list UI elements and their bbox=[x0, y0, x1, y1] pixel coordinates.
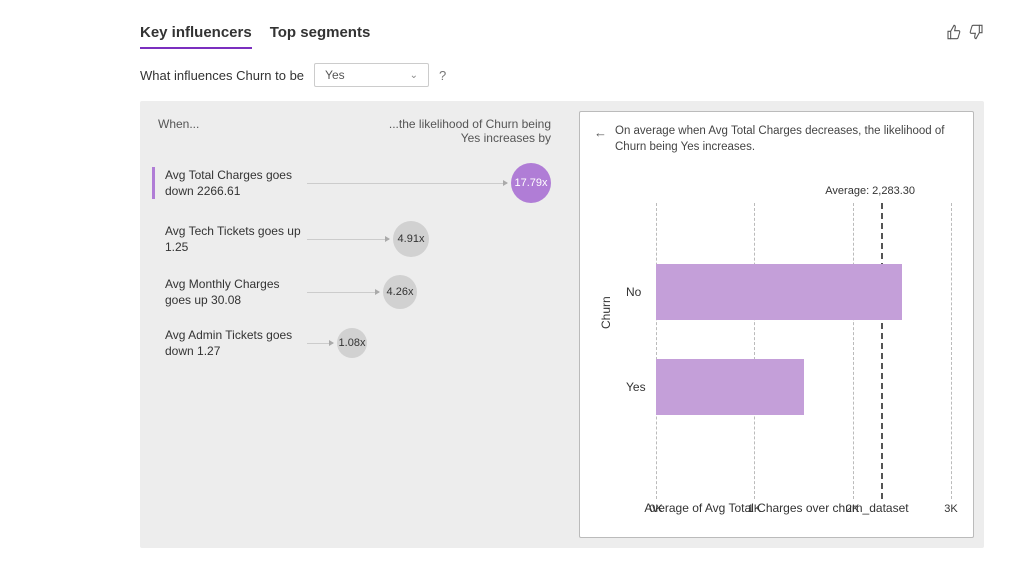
influencers-list: Avg Total Charges goes down 2266.61 17.79… bbox=[152, 163, 551, 359]
influencer-bubble[interactable]: 4.26x bbox=[383, 275, 417, 309]
influencer-row[interactable]: Avg Monthly Charges goes up 30.08 4.26x bbox=[152, 275, 551, 309]
influencer-connector bbox=[307, 239, 389, 240]
col-header-when: When... bbox=[152, 117, 199, 145]
x-tick-label: 1K bbox=[748, 503, 761, 515]
dropdown-selected: Yes bbox=[325, 68, 345, 82]
influencer-label: Avg Tech Tickets goes up 1.25 bbox=[152, 223, 307, 255]
insight-row: ← On average when Avg Total Charges decr… bbox=[594, 124, 959, 155]
thumbs-down-icon[interactable] bbox=[968, 24, 984, 40]
influencer-row[interactable]: Avg Tech Tickets goes up 1.25 4.91x bbox=[152, 221, 551, 257]
chart-bar[interactable] bbox=[656, 359, 804, 415]
insight-text: On average when Avg Total Charges decrea… bbox=[615, 124, 959, 155]
tab-key-influencers[interactable]: Key influencers bbox=[140, 24, 252, 49]
influencer-connector bbox=[307, 343, 333, 344]
influencer-label: Avg Monthly Charges goes up 30.08 bbox=[152, 276, 307, 308]
y-category-label: No bbox=[626, 285, 641, 299]
feedback-buttons bbox=[946, 24, 984, 40]
detail-panel: ← On average when Avg Total Charges decr… bbox=[579, 111, 974, 538]
y-axis-title: Churn bbox=[599, 296, 613, 329]
average-reference-line bbox=[881, 203, 883, 499]
influencer-connector bbox=[307, 292, 379, 293]
x-tick-label: 0K bbox=[649, 503, 662, 515]
influencer-connector bbox=[307, 183, 507, 184]
chevron-down-icon: ⌄ bbox=[410, 70, 418, 81]
target-value-dropdown[interactable]: Yes ⌄ bbox=[314, 63, 429, 87]
gridline bbox=[656, 203, 657, 499]
header-row: Key influencers Top segments bbox=[140, 24, 984, 49]
gridline bbox=[853, 203, 854, 499]
col-header-increase: ...the likelihood of Churn being Yes inc… bbox=[381, 117, 551, 145]
influencer-row[interactable]: Avg Total Charges goes down 2266.61 17.79… bbox=[152, 163, 551, 203]
gridline bbox=[754, 203, 755, 499]
influencer-row[interactable]: Avg Admin Tickets goes down 1.27 1.08x bbox=[152, 327, 551, 359]
x-tick-label: 2K bbox=[846, 503, 859, 515]
question-prefix: What influences Churn to be bbox=[140, 68, 304, 83]
influencers-panel: When... ...the likelihood of Churn being… bbox=[140, 101, 575, 548]
influencer-label: Avg Total Charges goes down 2266.61 bbox=[152, 167, 307, 199]
average-label: Average: 2,283.30 bbox=[825, 185, 915, 197]
influencer-bubble[interactable]: 17.79x bbox=[511, 163, 551, 203]
chart-bar[interactable] bbox=[656, 264, 902, 320]
tabs: Key influencers Top segments bbox=[140, 24, 370, 49]
thumbs-up-icon[interactable] bbox=[946, 24, 962, 40]
influencer-bubble[interactable]: 1.08x bbox=[337, 328, 367, 358]
influencer-label: Avg Admin Tickets goes down 1.27 bbox=[152, 327, 307, 359]
plot-area: 0K1K2K3KNoYes bbox=[656, 203, 951, 499]
tab-top-segments[interactable]: Top segments bbox=[270, 24, 371, 49]
visual-root: Key influencers Top segments What influe… bbox=[0, 0, 1024, 548]
gridline bbox=[951, 203, 952, 499]
y-category-label: Yes bbox=[626, 380, 646, 394]
x-tick-label: 3K bbox=[944, 503, 957, 515]
help-icon[interactable]: ? bbox=[439, 68, 446, 83]
back-arrow-icon[interactable]: ← bbox=[594, 125, 607, 140]
main-panel: When... ...the likelihood of Churn being… bbox=[140, 101, 984, 548]
column-headers: When... ...the likelihood of Churn being… bbox=[152, 117, 551, 145]
chart-zone: Average: 2,283.30 Churn 0K1K2K3KNoYes bbox=[622, 189, 959, 499]
question-row: What influences Churn to be Yes ⌄ ? bbox=[140, 63, 984, 87]
influencer-bubble[interactable]: 4.91x bbox=[393, 221, 429, 257]
